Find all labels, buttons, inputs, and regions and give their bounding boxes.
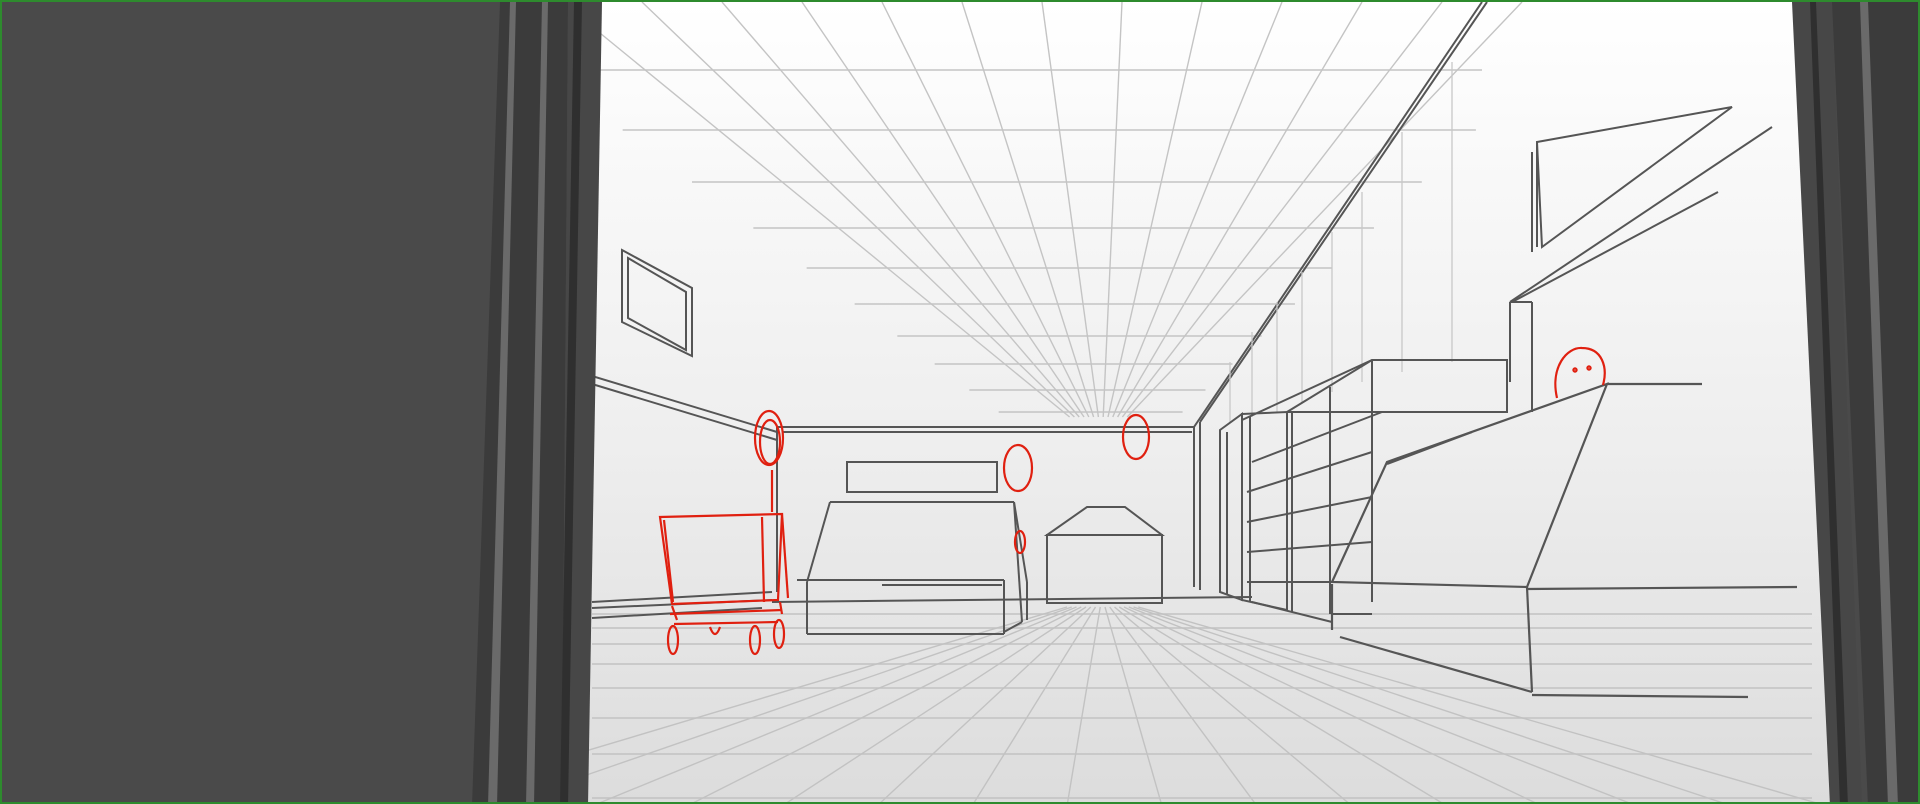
left-dark-panel — [2, 2, 502, 802]
scene-canvas — [2, 2, 1918, 802]
storyboard-frame — [0, 0, 1920, 804]
